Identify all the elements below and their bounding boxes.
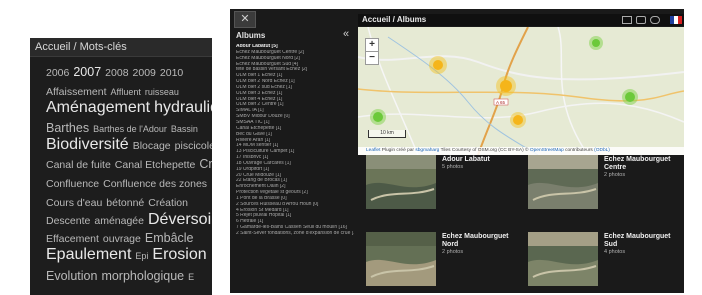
attribution-text: Plugin créé par xyxy=(380,148,416,153)
album-thumbnail[interactable] xyxy=(366,155,436,209)
photo-count: 2 photos xyxy=(442,249,464,255)
album-thumbnail[interactable] xyxy=(528,232,598,286)
tag-link[interactable]: 2009 xyxy=(133,67,156,79)
tag-link[interactable]: bétonné xyxy=(106,197,144,209)
tag-link[interactable]: Création xyxy=(148,197,188,209)
photo-count: 2 photos xyxy=(604,172,626,178)
tag-link[interactable]: Erosion xyxy=(152,246,206,264)
album-title[interactable]: Adour Labatut xyxy=(442,156,522,164)
zoom-out-button[interactable]: − xyxy=(365,51,379,65)
tools-icon: ✕ xyxy=(240,13,250,25)
attribution-text: Tiles Courtesy of OSM.org (CC BY-SA) © xyxy=(439,148,530,153)
tools-button[interactable]: ✕ xyxy=(234,11,256,28)
album-thumbnail[interactable] xyxy=(366,232,436,286)
tags-panel: Accueil / Mots-clés 2006 2007 2008 2009 2010… xyxy=(30,38,212,295)
tag-row: 2006 2007 2008 2009 2010 xyxy=(46,64,187,81)
album-tile[interactable]: Echez Maubourguet Sud 4 photos xyxy=(528,232,684,286)
attribution-text: contributeurs xyxy=(563,148,595,153)
tag-row: Evolution morphologique E xyxy=(46,268,198,285)
tag-row: Canal de fuite Canal EtchepetteCrue xyxy=(46,156,212,173)
tag-link[interactable]: Barthes xyxy=(46,121,89,135)
tag-link[interactable]: hydraulique xyxy=(154,99,212,117)
breadcrumb: Accueil / Albums xyxy=(362,15,427,24)
map-tiles: A 65 xyxy=(358,27,684,155)
attribution-link[interactable]: OpenStreetMap xyxy=(530,148,564,153)
attribution-link[interactable]: sbgmaharg xyxy=(415,148,439,153)
album-list-item[interactable]: 2 Saint-Sever fondations, zone d'expansi… xyxy=(236,231,354,237)
attribution-link[interactable]: Leaflet xyxy=(366,148,380,153)
grid-view-icon[interactable] xyxy=(622,16,632,24)
globe-icon[interactable] xyxy=(650,16,660,24)
album-title[interactable]: Echez Maubourguet Nord xyxy=(442,233,522,249)
tag-link[interactable]: Cours d'eau xyxy=(46,197,102,209)
tag-row: Cours d'eau bétonné Création xyxy=(46,194,192,211)
tag-link[interactable]: ruisseau xyxy=(145,87,179,97)
tag-link[interactable]: Barthes de l'Adour xyxy=(93,124,167,134)
tag-link[interactable]: 2007 xyxy=(73,65,101,79)
header-bar: Accueil / Albums xyxy=(358,14,684,26)
tag-link[interactable]: 2010 xyxy=(160,67,183,79)
tag-link[interactable]: Descente xyxy=(46,215,90,227)
tag-row: Effacement ouvrage Embâcle xyxy=(46,230,198,247)
albums-app: ✕ Albums « Adour Labatut [5] Echez Maubou… xyxy=(230,9,684,293)
tag-link[interactable]: piscicole xyxy=(175,140,212,152)
tag-link[interactable]: Canal Etchepette xyxy=(115,159,196,171)
map-scale: 10 km xyxy=(368,130,406,138)
tag-link[interactable]: Bassin xyxy=(171,124,198,134)
tag-link[interactable]: Effacement xyxy=(46,233,99,245)
collapse-sidebar-icon[interactable]: « xyxy=(343,28,349,40)
tag-link[interactable]: Crue xyxy=(199,157,212,171)
search-icon[interactable] xyxy=(636,16,646,24)
album-tile[interactable]: Adour Labatut 5 photos xyxy=(366,155,524,209)
tag-row: Biodiversité Blocage piscicole xyxy=(46,136,212,154)
tag-row: Descente aménagée Déversoir xyxy=(46,211,212,229)
zoom-in-button[interactable]: + xyxy=(365,38,379,52)
sidebar-title: Albums xyxy=(236,31,266,40)
tag-link[interactable]: Blocage xyxy=(133,140,171,152)
tag-link[interactable]: Aménagement xyxy=(46,99,150,117)
tag-link[interactable]: Confluence xyxy=(46,178,99,190)
tag-link[interactable]: Affaissement xyxy=(46,86,107,98)
tag-link[interactable]: 2008 xyxy=(105,67,128,79)
tag-row: Affaissement Affluent ruisseau xyxy=(46,83,183,100)
tag-link[interactable]: Biodiversité xyxy=(46,136,129,154)
tag-link[interactable]: Canal de fuite xyxy=(46,159,111,171)
french-flag-icon[interactable] xyxy=(670,16,682,24)
tag-link[interactable]: Epaulement xyxy=(46,246,131,264)
tag-link[interactable]: 2006 xyxy=(46,67,69,79)
map[interactable]: A 65 + − 10 km Leaflet Plugin créé par s… xyxy=(358,27,684,155)
breadcrumb: Accueil / Mots-clés xyxy=(30,38,212,57)
tag-link[interactable]: Déversoir xyxy=(148,211,212,229)
album-tile[interactable]: Echez Maubourguet Centre 2 photos xyxy=(528,155,684,209)
road-label: A 65 xyxy=(496,100,506,105)
tag-link[interactable]: morphologique xyxy=(101,269,184,283)
album-thumbnail[interactable] xyxy=(528,155,598,209)
photo-count: 4 photos xyxy=(604,249,626,255)
album-title[interactable]: Echez Maubourguet Sud xyxy=(604,233,684,249)
tag-link[interactable]: Evolution xyxy=(46,269,97,283)
tag-link[interactable]: Epi xyxy=(135,251,148,261)
map-attribution: Leaflet Plugin créé par sbgmaharg Tiles … xyxy=(358,147,684,155)
tag-link[interactable]: Embâcle xyxy=(145,231,194,245)
tag-link[interactable]: E xyxy=(188,272,194,282)
tag-link[interactable]: aménagée xyxy=(94,215,144,227)
album-list: Adour Labatut [5] Echez Maubourguet Centr… xyxy=(236,44,354,237)
tag-row: Barthes Barthes de l'Adour Bassin xyxy=(46,120,202,137)
album-tile[interactable]: Echez Maubourguet Nord 2 photos xyxy=(366,232,524,286)
tag-row: Confluence Confluence des zones xyxy=(46,175,211,192)
photo-count: 5 photos xyxy=(442,164,464,170)
tag-row: Aménagementhydraulique xyxy=(46,99,212,117)
tag-row: Epaulement Epi Erosion xyxy=(46,246,211,264)
album-title[interactable]: Echez Maubourguet Centre xyxy=(604,156,684,172)
attribution-link[interactable]: (ODbL) xyxy=(594,148,610,153)
tag-link[interactable]: ouvrage xyxy=(103,233,141,245)
tag-link[interactable]: Confluence des zones xyxy=(103,178,207,190)
tag-link[interactable]: Affluent xyxy=(111,87,141,97)
